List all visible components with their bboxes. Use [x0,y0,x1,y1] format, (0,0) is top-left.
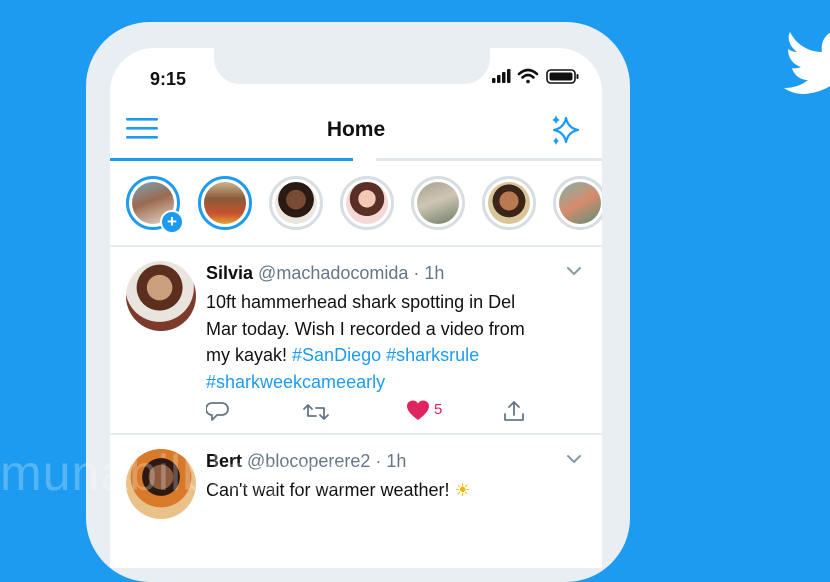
hashtag-link[interactable]: #sharkweekcameearly [206,372,385,392]
battery-icon [546,69,579,84]
chevron-down-icon[interactable] [566,453,582,465]
avatar [417,182,459,224]
watermark: munabilbloging [0,445,351,501]
reply-icon[interactable] [206,399,230,425]
tab-indicator-active [110,158,353,161]
page-title: Home [326,118,386,141]
header: Home [110,104,602,160]
signal-icon [492,69,511,83]
fleet-avatar[interactable] [553,176,602,230]
tweet-text-line: my kayak! [206,345,293,365]
heart-icon[interactable] [406,399,430,425]
chevron-down-icon[interactable] [566,265,582,277]
author-name[interactable]: Silvia [206,263,253,283]
avatar [559,182,601,224]
avatar [488,182,530,224]
share-icon[interactable] [502,399,526,425]
avatar[interactable] [126,261,196,331]
tweet-header: Silvia @machadocomida · 1h [206,263,444,284]
phone-notch [214,48,490,84]
hashtag-link[interactable]: #SanDiego [292,345,381,365]
sun-emoji: ☀ [454,480,471,500]
fleet-avatar[interactable] [340,176,394,230]
fleet-avatar[interactable] [482,176,536,230]
author-handle[interactable]: @machadocomida [258,263,408,283]
tweet[interactable]: Silvia @machadocomida · 1h 10ft hammerhe… [110,247,602,433]
add-fleet-icon[interactable]: + [160,210,184,234]
status-icons [492,68,579,84]
fleet-avatar[interactable] [411,176,465,230]
like-count: 5 [434,401,443,418]
tweet-actions: 5 [206,399,586,427]
tweet-time: · 1h [413,263,445,283]
hashtag-link[interactable]: #sharksrule [386,345,479,365]
sparkle-icon[interactable] [548,112,584,148]
wifi-icon [517,68,539,84]
fleet-avatar[interactable] [269,176,323,230]
tweet-text-line: Mar today. Wish I recorded a video from [206,318,525,339]
status-time: 9:15 [150,69,187,89]
twitter-bird-icon [784,32,830,94]
avatar [275,182,317,224]
tweet-text-line: 10ft hammerhead shark spotting in Del [206,292,516,312]
avatar [204,182,246,224]
tweet-text: 10ft hammerhead shark spotting in Del Ma… [206,289,586,395]
fleets-row: + [110,176,602,234]
fleet-avatar-own[interactable]: + [126,176,184,234]
fleet-avatar[interactable] [198,176,252,230]
retweet-icon[interactable] [302,399,330,425]
avatar [346,182,388,224]
tab-indicator-rest [376,158,602,161]
tweet-time: · 1h [375,451,407,471]
